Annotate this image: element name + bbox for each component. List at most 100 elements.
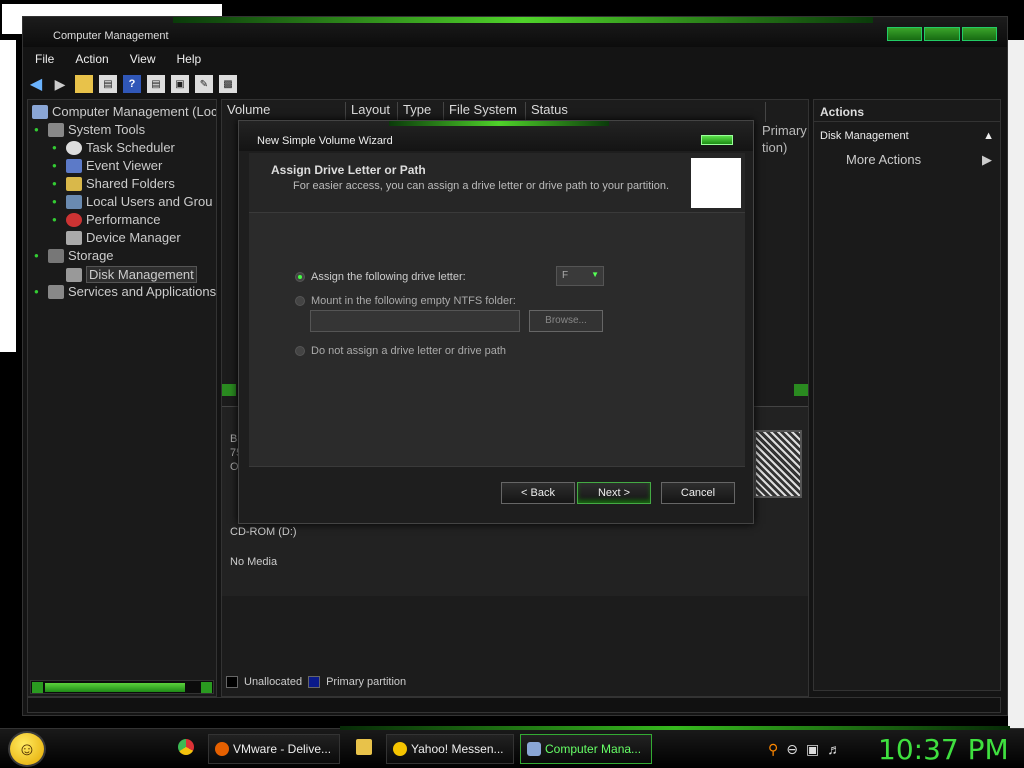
ntfs-folder-input[interactable] xyxy=(310,310,520,332)
scroll-thumb[interactable] xyxy=(45,683,185,692)
forward-arrow-icon[interactable]: ▶ xyxy=(51,75,69,93)
export-list-icon[interactable]: ▣ xyxy=(171,75,189,93)
console-tree: Computer Management (Loc ● System Tools … xyxy=(27,99,217,697)
tree-item-storage[interactable]: ● Storage xyxy=(34,248,114,263)
expand-bullet-icon[interactable]: ● xyxy=(52,215,62,224)
tree-item-services[interactable]: ● Services and Applications xyxy=(34,284,216,299)
tree-item-task-scheduler[interactable]: ● Task Scheduler xyxy=(52,140,175,155)
menu-file[interactable]: File xyxy=(23,50,63,70)
task-yahoo-messenger[interactable]: Yahoo! Messen... xyxy=(386,734,514,764)
task-computer-management[interactable]: Computer Mana... xyxy=(520,734,652,764)
background-scrollbar[interactable] xyxy=(1008,40,1024,730)
scroll-right-arrow[interactable] xyxy=(794,384,808,396)
column-file-system[interactable]: File System xyxy=(444,102,526,122)
storage-icon xyxy=(48,248,64,263)
back-button[interactable]: < Back xyxy=(501,482,575,504)
folder-up-icon[interactable] xyxy=(75,75,93,93)
unallocated-partition-block[interactable] xyxy=(754,430,802,498)
expand-bullet-icon[interactable]: ● xyxy=(34,125,44,134)
drive-letter-select[interactable]: F ▼ xyxy=(556,266,604,286)
tools-icon xyxy=(48,122,64,137)
scroll-left-arrow[interactable] xyxy=(32,682,43,693)
minus-circle-icon[interactable]: ⊖ xyxy=(786,741,798,758)
column-type[interactable]: Type xyxy=(398,102,444,122)
tree-item-root[interactable]: Computer Management (Loc xyxy=(32,104,216,119)
start-button-smiley-icon[interactable]: ☺ xyxy=(8,731,46,767)
show-hide-tree-icon[interactable]: ▤ xyxy=(99,75,117,93)
scroll-right-arrow[interactable] xyxy=(201,682,212,693)
task-vmware[interactable]: VMware - Delive... xyxy=(208,734,340,764)
volume-icon[interactable]: ♬ xyxy=(827,741,841,758)
new-simple-volume-wizard: New Simple Volume Wizard Assign Drive Le… xyxy=(238,120,754,524)
radio-selected-icon[interactable] xyxy=(295,272,305,282)
expand-bullet-icon[interactable]: ● xyxy=(34,251,44,260)
expand-bullet-icon[interactable]: ● xyxy=(52,197,62,206)
event-viewer-icon xyxy=(66,158,82,173)
expand-bullet-icon[interactable]: ● xyxy=(52,143,62,152)
more-actions-item[interactable]: More Actions ▶ xyxy=(814,142,1000,168)
window-titlebar[interactable]: Computer Management xyxy=(23,17,1007,47)
expand-bullet-icon[interactable]: ● xyxy=(52,179,62,188)
cdrom-label: CD-ROM (D:) No Media xyxy=(230,524,297,570)
radio-unselected-icon[interactable] xyxy=(295,346,305,356)
wizard-titlebar-glow xyxy=(389,121,609,126)
column-volume[interactable]: Volume xyxy=(222,102,346,122)
expand-bullet-icon[interactable]: ● xyxy=(34,287,44,296)
tree-item-shared-folders[interactable]: ● Shared Folders xyxy=(52,176,175,191)
disk-management-icon xyxy=(66,267,82,282)
folder-icon[interactable] xyxy=(356,739,372,755)
wizard-close-button[interactable] xyxy=(701,135,733,145)
maximize-button[interactable] xyxy=(924,27,960,41)
titlebar-glow xyxy=(173,17,873,23)
next-button[interactable]: Next > xyxy=(577,482,651,504)
yahoo-smiley-icon xyxy=(393,742,407,756)
close-button[interactable] xyxy=(961,27,997,41)
column-status[interactable]: Status xyxy=(526,102,766,122)
settings-icon[interactable]: ▩ xyxy=(219,75,237,93)
tree-item-disk-management[interactable]: Disk Management xyxy=(66,266,197,283)
wizard-header-image xyxy=(691,158,741,208)
menu-view[interactable]: View xyxy=(118,50,165,70)
chrome-icon[interactable] xyxy=(178,739,194,755)
cancel-button[interactable]: Cancel xyxy=(661,482,735,504)
services-icon xyxy=(48,284,64,299)
radio-no-letter[interactable]: Do not assign a drive letter or drive pa… xyxy=(295,345,506,357)
system-tray: ⚲ ⊖ ▣ ♬ xyxy=(768,741,841,758)
browse-button[interactable]: Browse... xyxy=(529,310,603,332)
help-icon[interactable]: ? xyxy=(123,75,141,93)
tree-item-local-users[interactable]: ● Local Users and Grou xyxy=(52,194,212,209)
scroll-left-arrow[interactable] xyxy=(222,384,236,396)
tree-item-event-viewer[interactable]: ● Event Viewer xyxy=(52,158,162,173)
performance-icon xyxy=(66,212,82,227)
status-bar xyxy=(27,697,1001,713)
radio-mount-folder[interactable]: Mount in the following empty NTFS folder… xyxy=(295,295,516,307)
window-controls xyxy=(887,27,997,41)
radio-unselected-icon[interactable] xyxy=(295,296,305,306)
computer-icon xyxy=(32,104,48,119)
column-layout[interactable]: Layout xyxy=(346,102,398,122)
menu-action[interactable]: Action xyxy=(63,50,117,70)
wizard-subheading: For easier access, you can assign a driv… xyxy=(293,180,670,192)
menu-help[interactable]: Help xyxy=(165,50,211,70)
wizard-body: Assign the following drive letter: F ▼ M… xyxy=(249,213,745,467)
properties-icon[interactable]: ▤ xyxy=(147,75,165,93)
tree-horizontal-scrollbar[interactable] xyxy=(30,680,214,694)
tree-item-system-tools[interactable]: ● System Tools xyxy=(34,122,145,137)
back-arrow-icon[interactable]: ◀ xyxy=(27,75,45,93)
collapse-up-icon[interactable]: ▲ xyxy=(983,130,994,142)
radio-assign-letter[interactable]: Assign the following drive letter: xyxy=(295,271,466,283)
shared-folder-icon xyxy=(66,176,82,191)
minimize-button[interactable] xyxy=(887,27,923,41)
search-icon[interactable]: ⚲ xyxy=(768,741,778,758)
tree-item-performance[interactable]: ● Performance xyxy=(52,212,160,227)
tree-item-device-manager[interactable]: Device Manager xyxy=(66,230,181,245)
menu-bar: File Action View Help xyxy=(23,50,1007,70)
expand-bullet-icon[interactable]: ● xyxy=(52,161,62,170)
wizard-titlebar[interactable]: New Simple Volume Wizard xyxy=(239,121,753,151)
rescan-icon[interactable]: ✎ xyxy=(195,75,213,93)
cdrom-status: No Media xyxy=(230,556,278,568)
taskbar-clock[interactable]: 10:37 PM xyxy=(878,733,1009,766)
window-title: Computer Management xyxy=(53,30,169,42)
actions-section-disk-management[interactable]: Disk Management ▲ xyxy=(814,122,1000,142)
network-icon[interactable]: ▣ xyxy=(806,741,819,758)
